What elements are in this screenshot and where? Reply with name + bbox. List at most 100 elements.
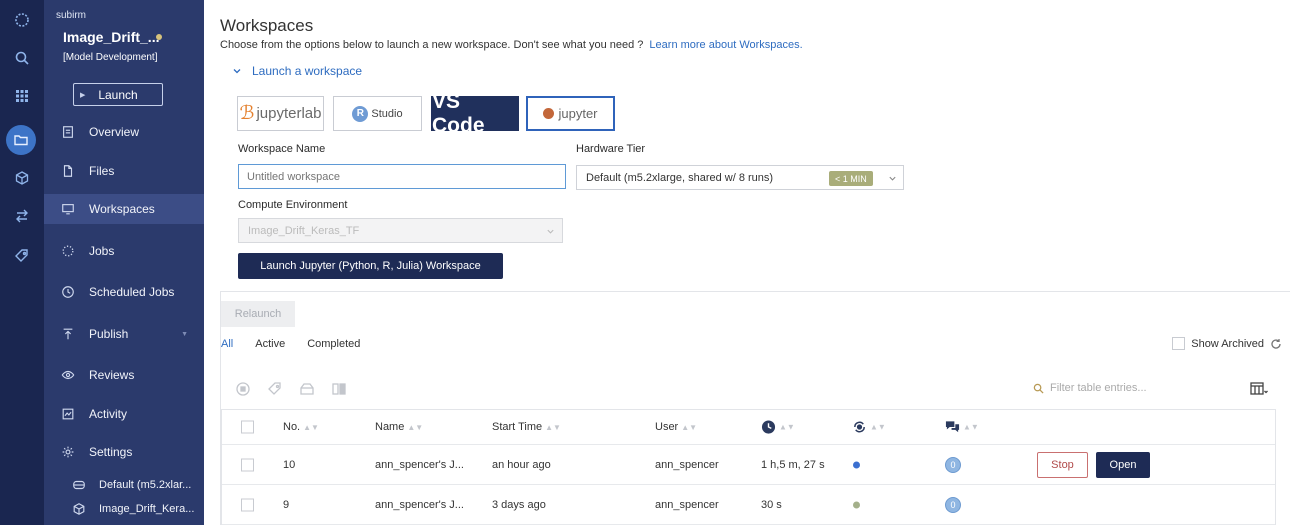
row-checkbox[interactable] (241, 458, 254, 471)
domino-logo-icon[interactable] (8, 6, 36, 34)
column-header-start-time[interactable]: Start Time ▲▼ (492, 421, 561, 433)
column-header-user[interactable]: User ▲▼ (655, 421, 697, 433)
sidebar-item-label: Settings (89, 445, 133, 459)
file-icon (60, 164, 75, 179)
column-header-label: User (655, 421, 679, 433)
table-row[interactable]: 10 ann_spencer's J... an hour ago ann_sp… (222, 445, 1275, 485)
column-header-label: No. (283, 421, 301, 433)
sidebar-item-publish[interactable]: Publish ▼ (44, 319, 204, 349)
show-archived-checkbox[interactable] (1172, 337, 1186, 350)
eye-icon (60, 368, 75, 383)
tool-jupyter[interactable]: jupyter (526, 96, 615, 131)
search-icon[interactable] (8, 44, 36, 72)
sort-icon: ▲▼ (303, 423, 319, 432)
relaunch-button[interactable]: Relaunch (221, 301, 295, 327)
run-name[interactable]: ann_spencer's J... (375, 499, 464, 511)
column-header-name[interactable]: Name ▲▼ (375, 421, 423, 433)
tab-completed[interactable]: Completed (307, 338, 360, 350)
workspace-runs-table: No. ▲▼ Name ▲▼ Start Time ▲▼ User ▲▼ ▲▼ ▲▼ ▲… (221, 409, 1276, 525)
grid-icon[interactable] (8, 82, 36, 110)
jobs-icon (60, 244, 75, 259)
tab-all[interactable]: All (221, 338, 233, 350)
comment-count[interactable]: 0 (945, 496, 961, 513)
sidebar-item-scheduled-jobs[interactable]: Scheduled Jobs (44, 277, 204, 307)
monitor-icon (60, 202, 75, 217)
column-header-comments[interactable]: ▲▼ (945, 420, 979, 435)
run-number: 10 (283, 458, 296, 471)
column-header-status[interactable]: ▲▼ (852, 420, 886, 435)
sidebar-item-activity[interactable]: Activity (44, 399, 204, 429)
sidebar-item-label: Activity (89, 407, 128, 421)
gear-icon (60, 445, 75, 460)
transfer-icon[interactable] (8, 202, 36, 230)
sidebar-subitem-hardware[interactable]: Default (m5.2xlar... (44, 474, 204, 496)
column-header-duration[interactable]: ▲▼ (761, 420, 795, 435)
comments-icon (945, 421, 960, 433)
row-checkbox[interactable] (241, 498, 254, 511)
launch-section-label: Launch a workspace (252, 64, 363, 78)
projects-folder-icon[interactable] (6, 125, 36, 155)
launch-workspace-button[interactable]: Launch Jupyter (Python, R, Julia) Worksp… (238, 253, 503, 279)
launch-workspace-toggle[interactable]: Launch a workspace (232, 64, 362, 78)
column-chooser-icon[interactable] (1250, 382, 1268, 396)
project-owner: subirm (56, 10, 87, 21)
run-filter-tabs: All Active Completed (221, 338, 382, 350)
compute-env-select[interactable]: Image_Drift_Keras_TF (238, 218, 563, 243)
run-name[interactable]: ann_spencer's J... (375, 459, 464, 471)
sidebar-item-reviews[interactable]: Reviews (44, 360, 204, 390)
select-all-checkbox[interactable] (241, 420, 254, 434)
tab-active[interactable]: Active (255, 338, 285, 350)
column-header-no[interactable]: No. ▲▼ (283, 421, 319, 433)
sidebar-subitem-label: Default (m5.2xlar... (99, 479, 192, 491)
table-row[interactable]: 9 ann_spencer's J... 3 days ago ann_spen… (222, 485, 1275, 525)
hardware-tier-value: Default (m5.2xlarge, shared w/ 8 runs) (586, 171, 774, 184)
sort-icon: ▲▼ (681, 423, 698, 432)
comment-count[interactable]: 0 (945, 456, 961, 473)
sidebar-item-workspaces[interactable]: Workspaces (44, 194, 204, 224)
hardware-icon (72, 478, 86, 492)
hardware-tier-select[interactable]: Default (m5.2xlarge, shared w/ 8 runs) <… (576, 165, 904, 190)
tool-rstudio[interactable]: R Studio (333, 96, 422, 131)
launch-label: Launch (98, 87, 138, 102)
publish-icon (60, 327, 75, 342)
filter-table-input[interactable]: Filter table entries... (1033, 382, 1147, 394)
play-icon: ▶ (80, 92, 86, 99)
open-button[interactable]: Open (1096, 451, 1150, 478)
stop-circle-icon[interactable] (235, 381, 251, 397)
jupyter-label: jupyter (558, 106, 598, 121)
subtitle-text: Choose from the options below to launch … (220, 39, 644, 51)
show-archived-toggle[interactable]: Show Archived (1172, 337, 1282, 350)
workspace-name-input[interactable] (238, 164, 566, 189)
sort-icon: ▲▼ (870, 422, 886, 432)
project-name[interactable]: Image_Drift_... (63, 29, 159, 45)
tool-jupyterlab[interactable]: ℬjupyterlab (237, 96, 324, 131)
compute-env-value: Image_Drift_Keras_TF (248, 224, 360, 237)
tag-icon[interactable] (8, 242, 36, 270)
sidebar-item-label: Files (89, 164, 115, 178)
tag-icon[interactable] (267, 381, 283, 397)
project-stage[interactable]: [Model Development] (63, 52, 158, 63)
sidebar-item-files[interactable]: Files (44, 156, 204, 186)
jupyter-orbit-icon: ℬ (239, 103, 255, 124)
stop-button[interactable]: Stop (1037, 451, 1088, 478)
show-archived-label: Show Archived (1191, 337, 1264, 350)
run-duration: 30 s (761, 498, 782, 511)
status-dot (853, 501, 860, 508)
sidebar-subitem-environment[interactable]: Image_Drift_Kera... (44, 498, 204, 520)
learn-more-link[interactable]: Learn more about Workspaces. (649, 39, 802, 51)
hardware-tier-label: Hardware Tier (576, 143, 646, 155)
tool-vscode[interactable]: VS Code (431, 90, 519, 137)
sidebar-item-label: Reviews (89, 368, 135, 382)
search-icon (1033, 383, 1044, 394)
archive-icon[interactable] (299, 381, 315, 397)
sidebar-item-settings[interactable]: Settings (44, 437, 204, 467)
launch-button[interactable]: ▶ Launch (73, 83, 163, 106)
compare-icon[interactable] (331, 381, 347, 397)
sort-icon: ▲▼ (545, 423, 561, 432)
sidebar-item-label: Scheduled Jobs (89, 285, 175, 299)
jupyter-icon (543, 108, 555, 119)
sidebar-item-overview[interactable]: Overview (44, 117, 204, 147)
cube-icon[interactable] (8, 164, 36, 192)
sidebar-item-jobs[interactable]: Jobs (44, 236, 204, 266)
refresh-icon[interactable] (1270, 338, 1282, 350)
